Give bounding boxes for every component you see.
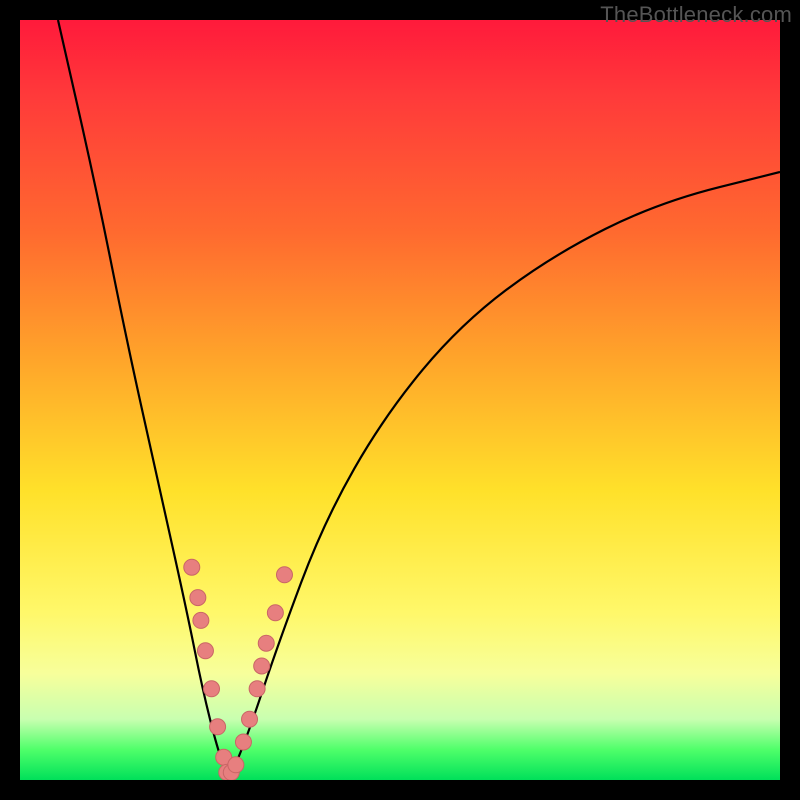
curve-right — [229, 172, 780, 780]
scatter-dot — [184, 559, 200, 575]
scatter-dot — [210, 719, 226, 735]
scatter-dot — [258, 635, 274, 651]
scatter-dot — [193, 612, 209, 628]
scatter-dot — [190, 590, 206, 606]
scatter-dot — [267, 605, 283, 621]
curve-left — [58, 20, 229, 780]
scatter-dot — [254, 658, 270, 674]
scatter-dot — [249, 681, 265, 697]
chart-svg — [20, 20, 780, 780]
watermark-text: TheBottleneck.com — [600, 2, 792, 28]
scatter-dot — [197, 643, 213, 659]
scatter-group — [184, 559, 293, 780]
scatter-dot — [228, 757, 244, 773]
plot-area — [20, 20, 780, 780]
scatter-dot — [204, 681, 220, 697]
chart-frame: TheBottleneck.com — [0, 0, 800, 800]
scatter-dot — [242, 711, 258, 727]
scatter-dot — [235, 734, 251, 750]
scatter-dot — [276, 567, 292, 583]
